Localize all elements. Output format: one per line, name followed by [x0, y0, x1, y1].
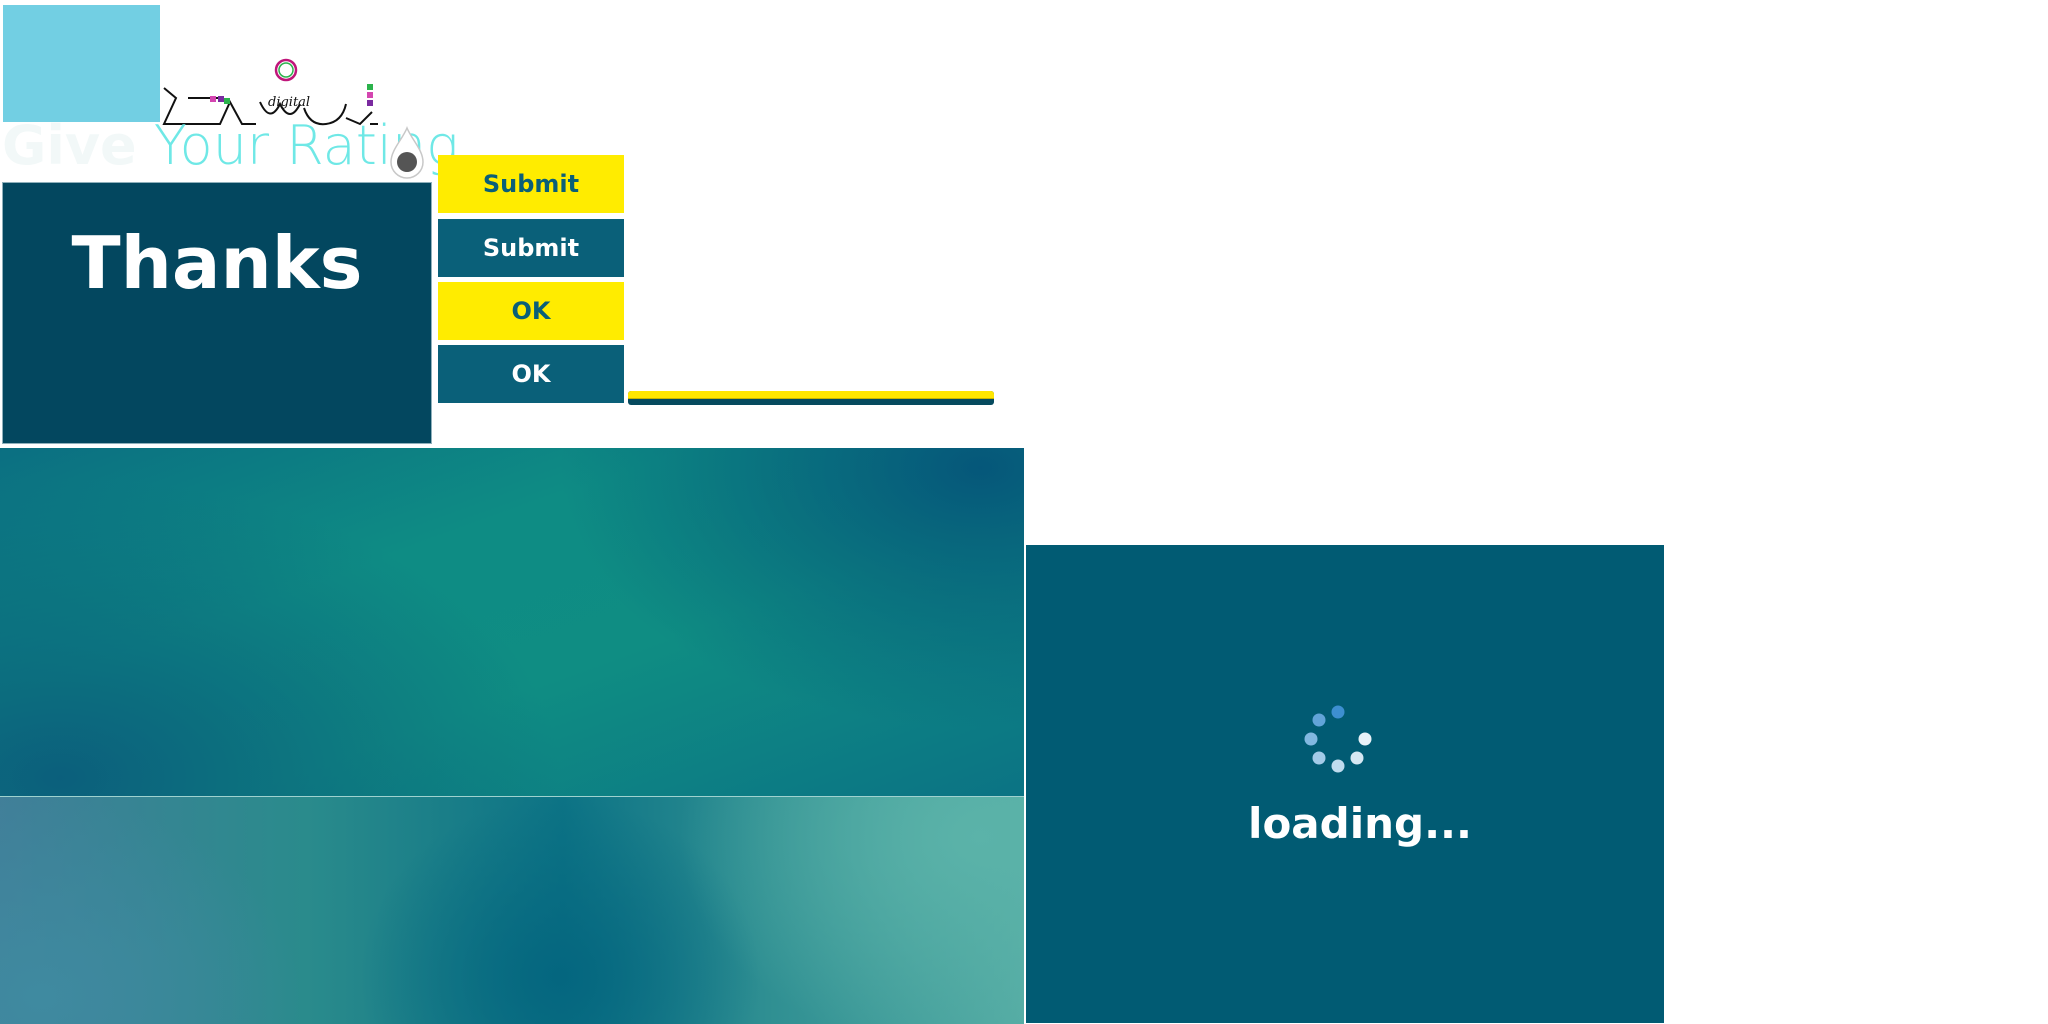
progress-fill [628, 391, 994, 399]
background-gradient-top [0, 448, 1024, 796]
thanks-text: Thanks [71, 221, 363, 305]
progress-bar [628, 391, 994, 405]
thanks-panel: Thanks [2, 182, 432, 444]
background-gradient-bottom [0, 797, 1024, 1024]
loading-text: loading... [1248, 799, 1472, 848]
logo-caption: digital [268, 95, 310, 110]
drop-icon [390, 126, 424, 179]
rating-heading-word1: Give [2, 114, 137, 177]
loading-panel [1026, 545, 1664, 1023]
ok-button-yellow[interactable]: OK [438, 282, 624, 340]
submit-button-yellow[interactable]: Submit [438, 155, 624, 213]
submit-button-teal[interactable]: Submit [438, 219, 624, 277]
color-swatch-block [3, 5, 160, 122]
spinner-icon [1304, 705, 1372, 773]
ok-button-teal[interactable]: OK [438, 345, 624, 403]
